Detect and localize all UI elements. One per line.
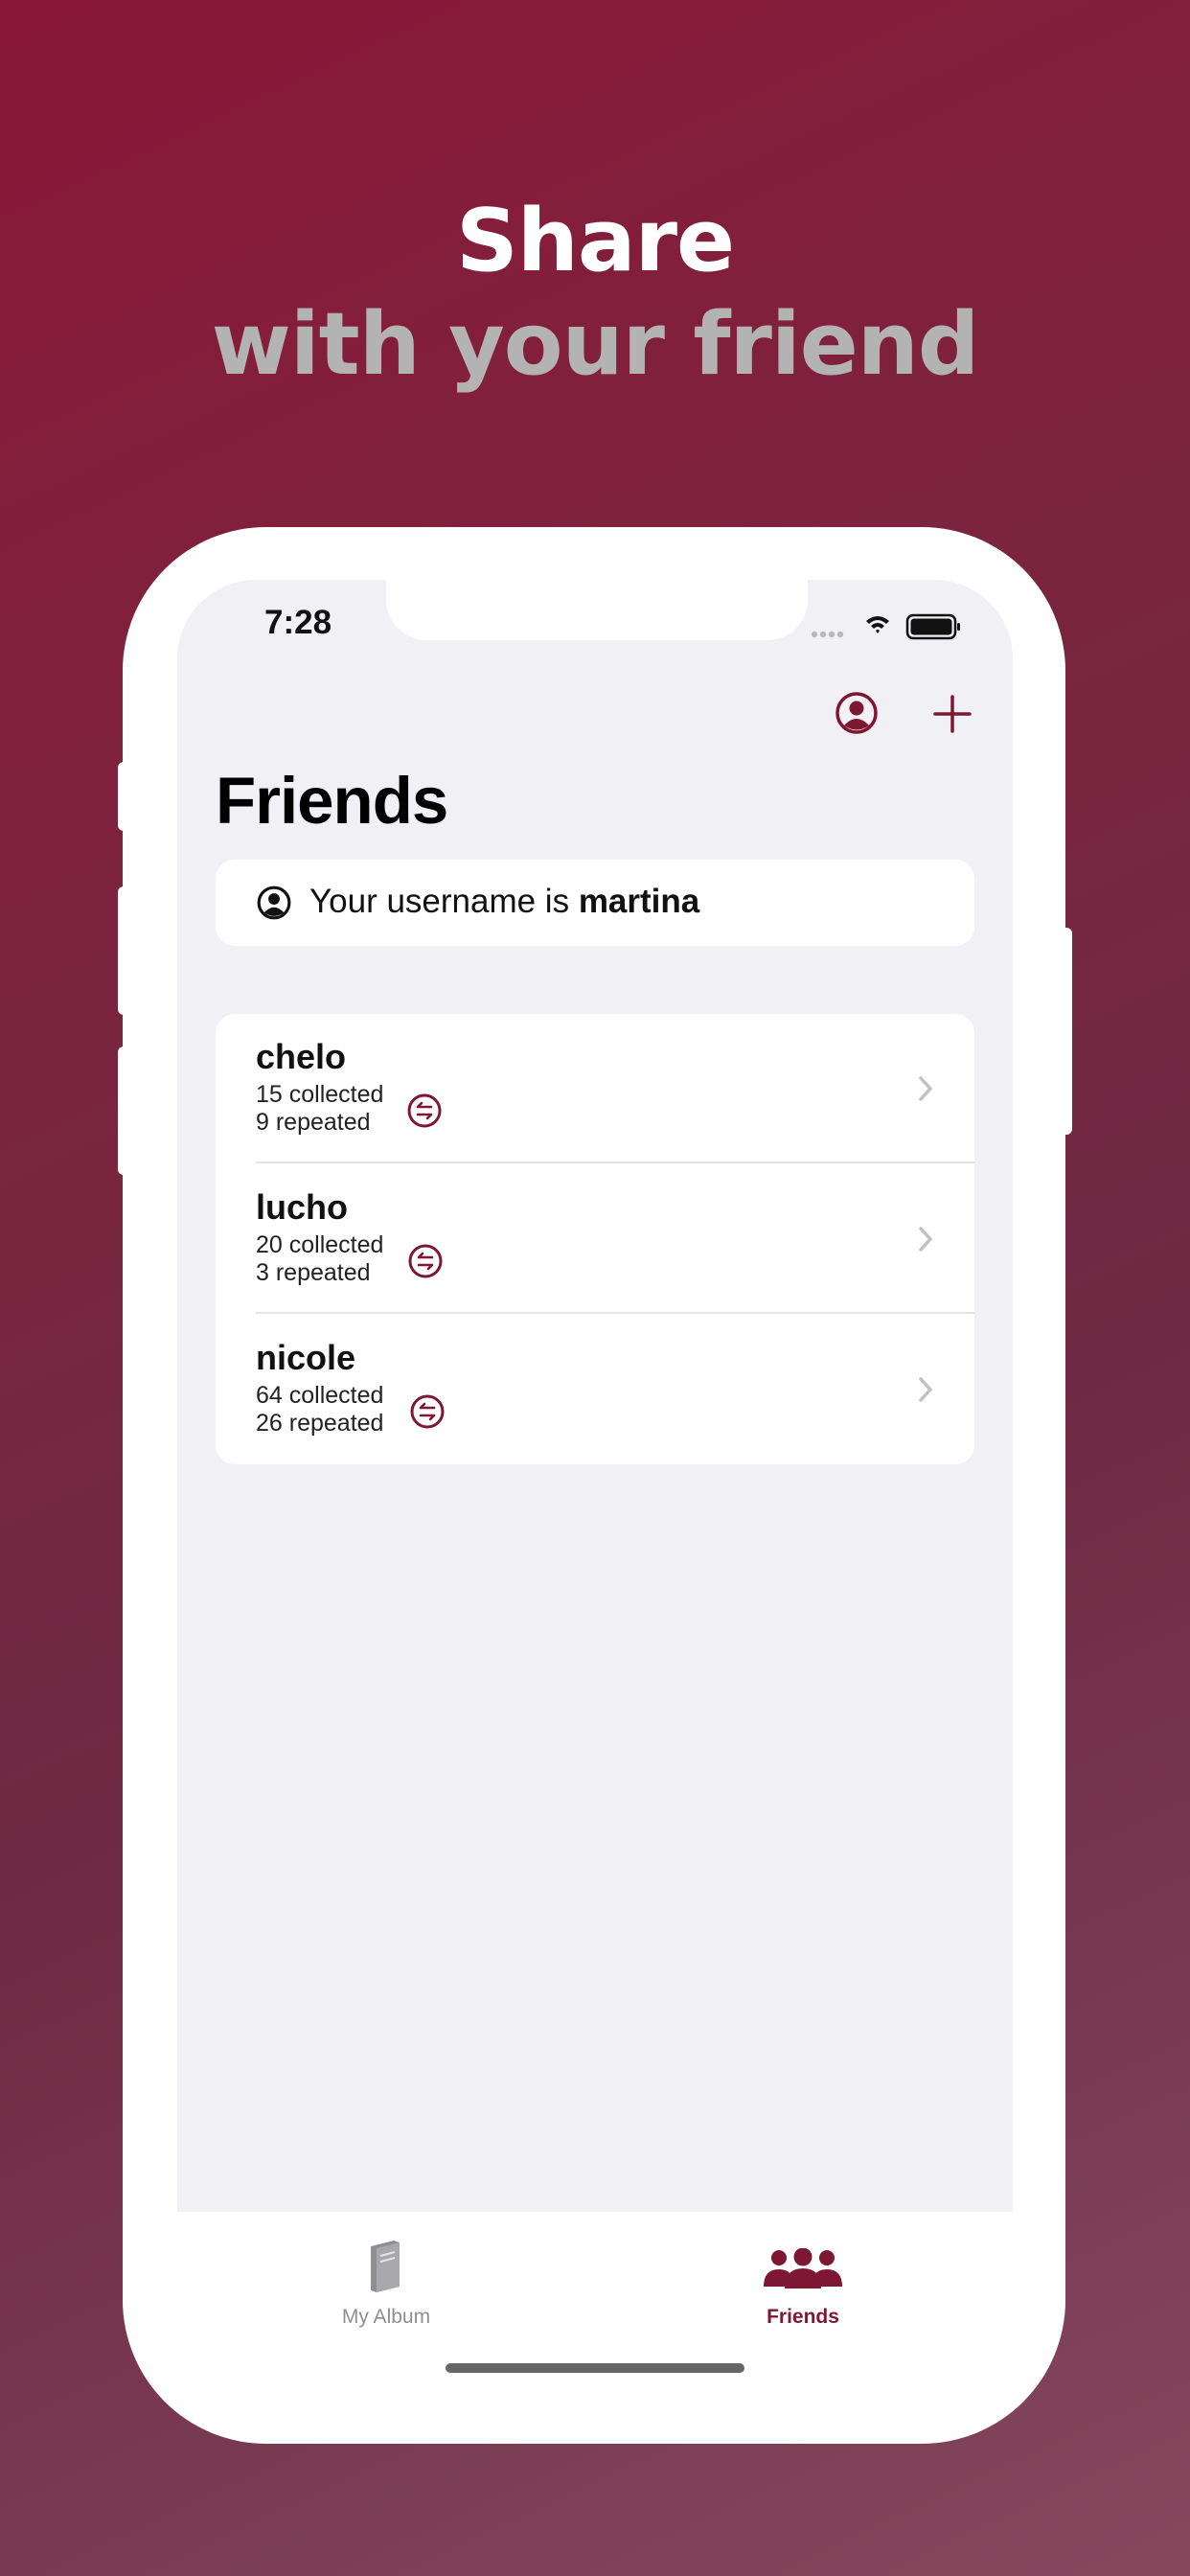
- row-divider: [256, 1312, 974, 1314]
- promo-heading: Share with your friend: [0, 190, 1190, 397]
- promo-title-line2: with your friend: [211, 294, 980, 395]
- chevron-right-icon: [919, 1377, 932, 1402]
- people-icon: [764, 2248, 842, 2288]
- tab-label: My Album: [341, 2306, 431, 2328]
- battery-icon: [905, 613, 960, 640]
- friend-name: nicole: [256, 1338, 356, 1377]
- chevron-right-icon: [919, 1227, 932, 1252]
- swap-icon: [410, 1394, 445, 1429]
- username-value: martina: [578, 883, 700, 920]
- page-title: Friends: [216, 764, 448, 838]
- status-bar-icons: [811, 613, 960, 640]
- username-label: Your username is martina: [309, 883, 699, 921]
- promo-title-line1: Share: [455, 191, 735, 291]
- swap-icon: [408, 1244, 443, 1278]
- book-icon: [371, 2241, 400, 2292]
- wifi-icon: [866, 616, 889, 633]
- signal-icon: [811, 631, 844, 638]
- tab-bar: My Album Friends: [177, 2212, 1013, 2356]
- friend-row-nicole[interactable]: nicole 64 collected 26 repeated: [216, 1315, 974, 1464]
- tab-my-album[interactable]: My Album: [290, 2239, 482, 2344]
- tab-friends[interactable]: Friends: [707, 2239, 899, 2344]
- row-divider: [256, 1162, 974, 1163]
- add-friend-button[interactable]: [930, 692, 974, 736]
- chevron-right-icon: [919, 1076, 932, 1101]
- username-prefix: Your username is: [309, 883, 579, 920]
- swap-icon: [407, 1093, 442, 1128]
- friend-name: chelo: [256, 1037, 347, 1076]
- friend-row-chelo[interactable]: chelo 15 collected 9 repeated: [216, 1014, 974, 1163]
- profile-button[interactable]: [834, 690, 880, 736]
- friend-name: lucho: [256, 1187, 348, 1227]
- status-bar-time: 7:28: [264, 604, 332, 641]
- person-circle-icon: [257, 886, 291, 920]
- plus-icon: [933, 695, 972, 733]
- friend-repeated-count: 26 repeated: [256, 1410, 384, 1437]
- friends-list: chelo 15 collected 9 repeated lucho 20 c…: [216, 1014, 974, 1464]
- friend-collected-count: 15 collected: [256, 1081, 384, 1108]
- person-circle-icon: [835, 692, 878, 734]
- friend-repeated-count: 9 repeated: [256, 1109, 371, 1136]
- phone-notch: [386, 565, 808, 640]
- home-indicator: [446, 2363, 744, 2373]
- tab-label: Friends: [767, 2306, 839, 2328]
- username-card: Your username is martina: [216, 860, 974, 946]
- friend-collected-count: 20 collected: [256, 1231, 384, 1258]
- friend-collected-count: 64 collected: [256, 1382, 384, 1409]
- friend-row-lucho[interactable]: lucho 20 collected 3 repeated: [216, 1164, 974, 1314]
- friend-repeated-count: 3 repeated: [256, 1259, 371, 1286]
